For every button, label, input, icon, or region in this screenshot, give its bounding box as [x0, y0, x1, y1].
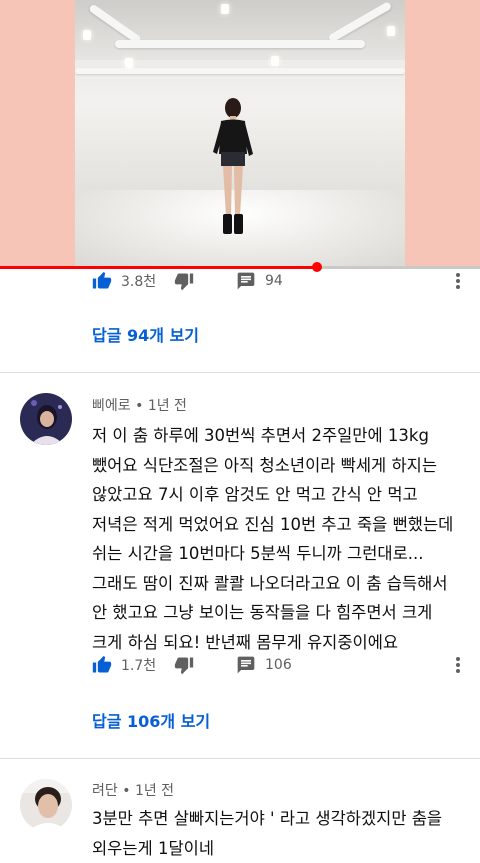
comment-author-line: 려단 • 1년 전 [92, 780, 174, 800]
comment-time: 1년 전 [134, 783, 175, 799]
ceiling-pipe [75, 68, 405, 74]
ceiling-pipe [115, 40, 365, 48]
comment-icon [237, 656, 255, 674]
ceiling-light [221, 4, 229, 14]
comment-actions: 3.8천 94 [0, 266, 480, 296]
thumb-up-icon [92, 655, 112, 673]
like-button[interactable]: 3.8천 [92, 266, 156, 296]
view-replies-link[interactable]: 답글 106개 보기 [92, 708, 210, 732]
avatar[interactable] [20, 393, 72, 445]
more-options-button[interactable] [450, 270, 466, 292]
video-player[interactable] [0, 0, 480, 272]
reply-count: 94 [265, 273, 283, 289]
comment-text: 저 이 춤 하루에 30번씩 추면서 2주일만에 13kg 뺐어요 식단조절은 … [92, 426, 454, 652]
ceiling-light [271, 56, 279, 66]
comment-text: 3분만 추면 살빠지는거야 ' 라고 생각하겠지만 춤을 외우는게 1달이네 [92, 809, 443, 858]
like-button[interactable]: 1.7천 [92, 650, 156, 680]
separator-dot: • [135, 398, 144, 414]
reply-count: 106 [265, 657, 292, 673]
avatar-image [20, 779, 72, 831]
reply-button[interactable]: 94 [236, 266, 283, 296]
like-count: 1.7천 [121, 658, 157, 674]
ceiling-light [83, 30, 91, 40]
dancer-figure [213, 98, 253, 234]
comment-actions: 1.7천 106 [0, 650, 480, 680]
comment-divider [0, 758, 480, 759]
comment-divider [0, 372, 480, 373]
thumb-down-icon [174, 273, 194, 291]
video-frame[interactable] [75, 0, 405, 268]
thumb-down-icon [174, 657, 194, 675]
separator-dot: • [122, 783, 131, 799]
like-count: 3.8천 [121, 274, 157, 290]
comment-icon [237, 272, 255, 290]
ceiling-light [387, 26, 395, 36]
avatar[interactable] [20, 779, 72, 831]
dislike-button[interactable] [174, 650, 194, 680]
view-replies-link[interactable]: 답글 94개 보기 [92, 322, 199, 346]
comment-author[interactable]: 삐에로 [92, 398, 131, 414]
more-vert-icon [456, 273, 460, 289]
more-options-button[interactable] [450, 654, 466, 676]
reply-button[interactable]: 106 [236, 650, 292, 680]
more-vert-icon [456, 657, 460, 673]
comment-author-line: 삐에로 • 1년 전 [92, 395, 187, 415]
ceiling-light [125, 58, 133, 68]
comment-author[interactable]: 려단 [92, 783, 118, 799]
thumb-up-icon [92, 271, 112, 289]
avatar-image [20, 393, 72, 445]
dislike-button[interactable] [174, 266, 194, 296]
comment-time: 1년 전 [147, 398, 187, 414]
